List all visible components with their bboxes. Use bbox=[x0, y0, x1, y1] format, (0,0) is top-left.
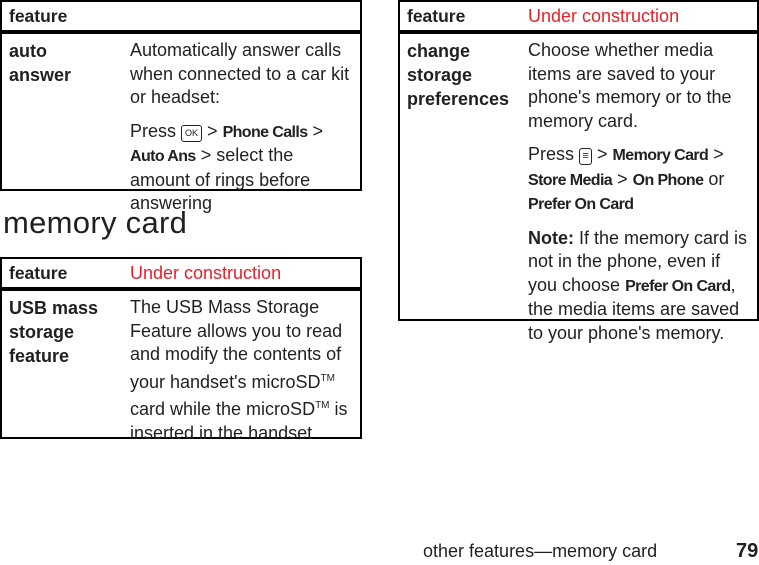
section-title: memory card bbox=[3, 205, 188, 240]
ok-key-icon: OK bbox=[181, 124, 203, 142]
running-footer: other features—memory card bbox=[423, 541, 658, 561]
instruction-text: Press OK > Phone Calls > Auto Ans > sele… bbox=[130, 120, 324, 214]
page-number: 79 bbox=[736, 540, 759, 562]
header-feature: feature bbox=[9, 5, 68, 26]
menu-prefer-on-card: Prefer On Card bbox=[528, 196, 634, 213]
feature-description: Automatically answer calls when connecte… bbox=[130, 39, 360, 226]
description-text: Automatically answer calls when connecte… bbox=[130, 40, 350, 107]
usb-storage-table: feature Under construction USB mass stor… bbox=[0, 257, 362, 443]
table-header: feature bbox=[2, 2, 360, 34]
feature-description: The USB Mass Storage Feature allows you … bbox=[130, 297, 348, 443]
menu-prefer-on-card: Prefer On Card bbox=[625, 277, 731, 295]
feature-name: change storage preferences bbox=[407, 41, 510, 109]
menu-phone-calls: Phone Calls bbox=[222, 123, 309, 141]
header-note: Under construction bbox=[130, 262, 282, 283]
feature-name: USB mass storage feature bbox=[9, 298, 99, 366]
table-row: change storage preferences Choose whethe… bbox=[400, 34, 757, 355]
menu-auto-ans: Auto Ans bbox=[130, 148, 196, 165]
auto-answer-table: feature auto answer Automatically answer… bbox=[0, 0, 362, 213]
table-header: feature Under construction bbox=[2, 259, 360, 291]
table-row: USB mass storage feature The USB Mass St… bbox=[2, 291, 360, 445]
table-row: auto answer Automatically answer calls w… bbox=[2, 34, 360, 226]
feature-description: Choose whether media items are saved to … bbox=[528, 39, 757, 355]
menu-key-icon: ≡ bbox=[579, 148, 593, 165]
note-label: Note: bbox=[528, 227, 574, 248]
instruction-text: Press ≡ > Memory Card > Store Media > On… bbox=[528, 144, 725, 213]
menu-memory-card: Memory Card bbox=[612, 147, 709, 164]
menu-on-phone: On Phone bbox=[632, 171, 704, 189]
header-feature: feature bbox=[407, 5, 466, 26]
header-note: Under construction bbox=[528, 5, 680, 26]
feature-name: auto answer bbox=[9, 41, 72, 85]
table-header: feature Under construction bbox=[400, 2, 757, 34]
storage-preferences-table: feature Under construction change storag… bbox=[398, 0, 759, 343]
note-text: Note: If the memory card is not in the p… bbox=[528, 227, 748, 343]
menu-store-media: Store Media bbox=[528, 171, 613, 189]
header-feature: feature bbox=[9, 262, 68, 283]
description-text: Choose whether media items are saved to … bbox=[528, 40, 732, 131]
